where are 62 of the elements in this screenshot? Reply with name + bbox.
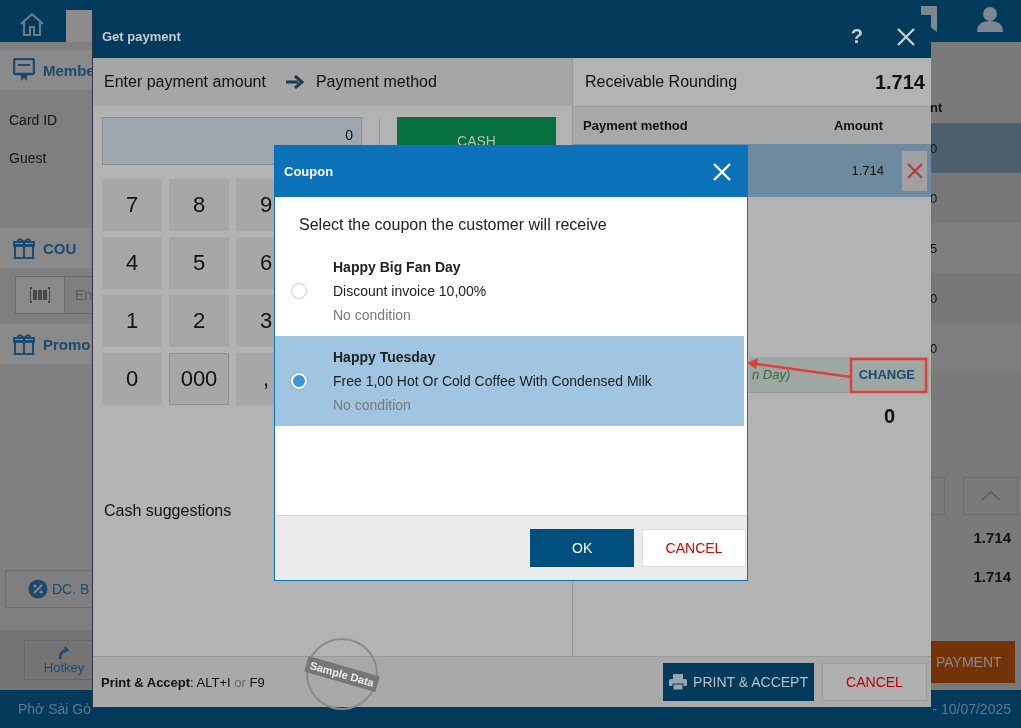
column-header: Payment method	[583, 118, 688, 133]
total-amount: 1.714	[972, 568, 1012, 585]
cancel-button[interactable]: CANCEL	[642, 529, 746, 567]
keypad-key[interactable]: 2	[169, 295, 229, 347]
dialog-title: Get payment	[101, 29, 182, 44]
card-id-label: Card ID	[8, 112, 59, 128]
coupon-description: Discount invoice 10,00%	[333, 283, 487, 299]
keypad-key[interactable]: 0	[102, 353, 162, 405]
barcode-button[interactable]	[15, 276, 65, 314]
column-header: nt	[930, 100, 944, 115]
dialog-title: Coupon	[283, 164, 334, 179]
coupon-option[interactable]: Happy Tuesday Free 1,00 Hot Or Cold Coffee With Condensed Milk No condition	[275, 336, 744, 426]
keypad-key[interactable]: 5	[169, 237, 229, 289]
receivable-amount: 1.714	[874, 70, 925, 94]
dialog-prompt: Select the coupon the customer will receive	[299, 216, 608, 234]
status-date: - 10/07/2025	[932, 701, 1012, 717]
ok-button[interactable]: OK	[530, 529, 634, 567]
order-row[interactable]: 5	[930, 223, 1021, 273]
help-button[interactable]: ?	[850, 25, 863, 48]
keypad-key[interactable]: 7	[102, 179, 162, 231]
close-icon[interactable]	[897, 27, 915, 46]
print-accept-button[interactable]: PRINT & ACCEPT	[663, 663, 814, 701]
coupon-description: Free 1,00 Hot Or Cold Coffee With Condensed Milk	[333, 373, 652, 389]
keypad-key[interactable]: 000	[169, 353, 229, 405]
card-icon	[13, 58, 35, 82]
customer-name: Guest	[8, 150, 48, 166]
gift-icon	[13, 333, 35, 355]
promotion-title: Promo	[43, 335, 91, 353]
barcode-icon	[30, 287, 50, 303]
keypad-key[interactable]: 1	[102, 295, 162, 347]
home-icon[interactable]	[19, 12, 45, 36]
total-amount: 1.714	[972, 529, 1012, 546]
receivable-label: Receivable Rounding	[585, 73, 738, 91]
coupon-name: Happy Tuesday	[333, 349, 437, 365]
step-label: Enter payment amount	[104, 73, 266, 91]
cash-suggestions-label: Cash suggestions	[104, 502, 233, 520]
close-icon	[906, 162, 923, 179]
radio-button[interactable]	[291, 283, 307, 299]
chevron-up-icon	[980, 491, 1001, 501]
sample-data-stamp: Sample Data	[306, 638, 378, 710]
delete-button[interactable]	[902, 150, 927, 191]
coupon-condition: No condition	[333, 397, 412, 413]
arrow-icon	[58, 645, 70, 660]
user-icon[interactable]	[977, 6, 1003, 32]
keypad-key[interactable]: 8	[169, 179, 229, 231]
column-header: Amount	[833, 118, 883, 133]
remaining-amount: 0	[883, 405, 895, 428]
gift-icon	[13, 237, 35, 259]
printer-icon	[669, 674, 688, 690]
arrow-right-icon	[285, 75, 304, 89]
coupon-title: COU	[43, 239, 77, 257]
coupon-name: Happy Big Fan Day	[333, 259, 462, 275]
percent-icon	[28, 579, 48, 599]
coupon-condition: No condition	[333, 307, 412, 323]
member-title: Membe	[43, 61, 95, 79]
shortcut-hint: Print & Accept: ALT+I or F9	[100, 674, 265, 690]
step-label: Payment method	[315, 73, 437, 91]
keypad-key[interactable]: 4	[102, 237, 162, 289]
order-row[interactable]: 0	[930, 323, 1021, 373]
coupon-name: n Day)	[752, 367, 791, 382]
store-name: Phở Sài Gò	[17, 701, 91, 717]
payment-amount: 1.714	[851, 163, 884, 178]
